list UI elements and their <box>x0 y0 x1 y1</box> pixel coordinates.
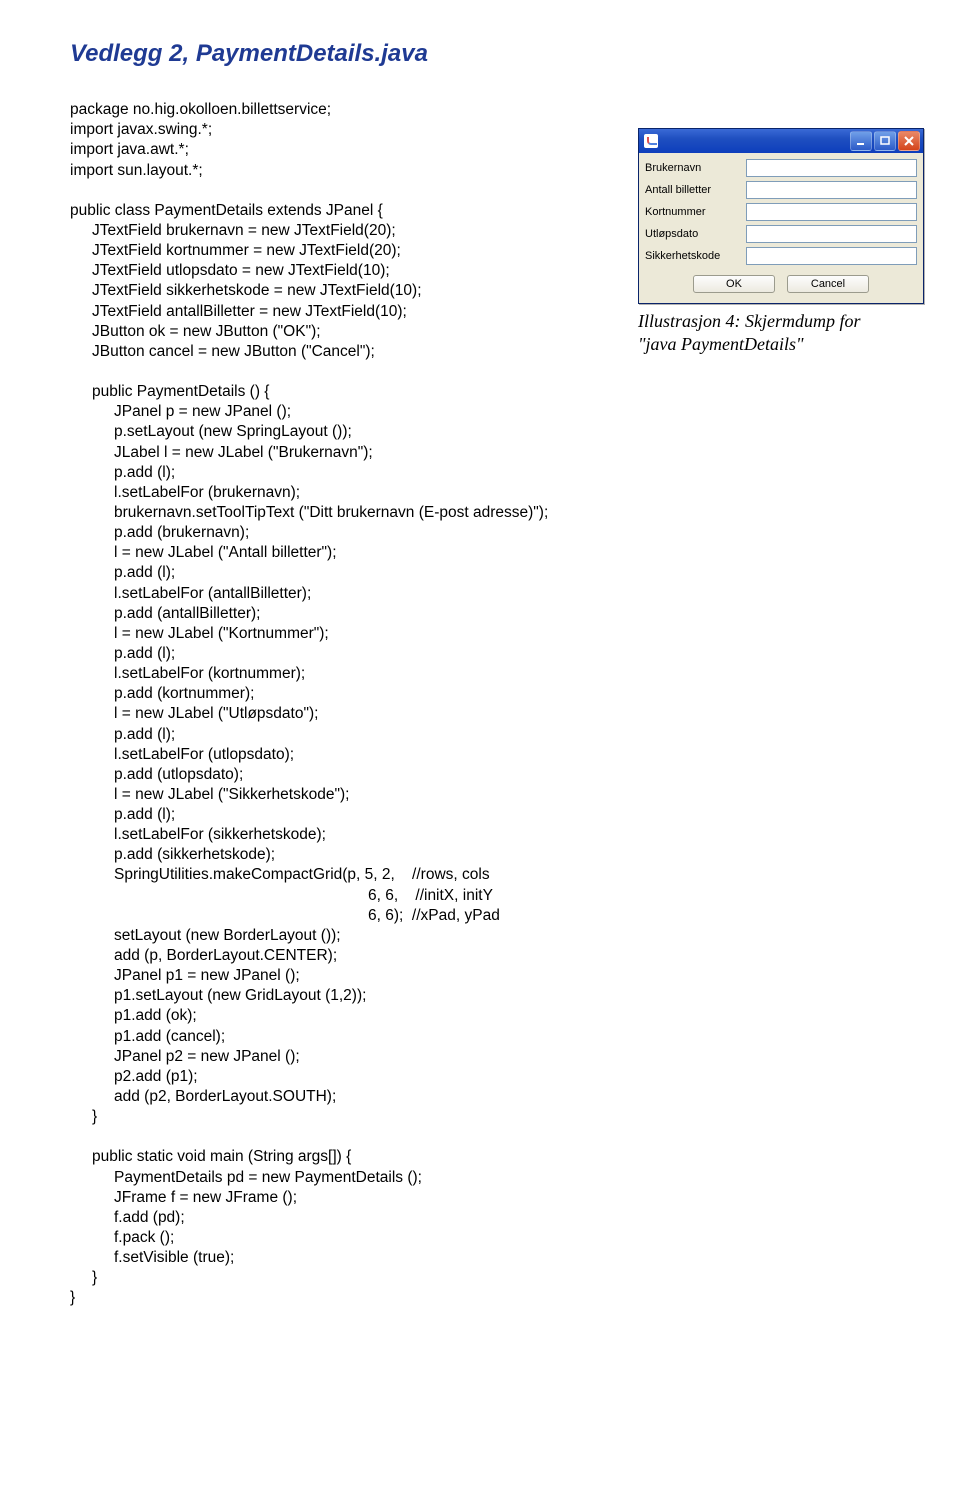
code-line: l.setLabelFor (brukernavn); <box>70 483 910 503</box>
close-button[interactable] <box>898 131 920 151</box>
java-window: Brukernavn Antall billetter Kortnummer U… <box>638 128 924 304</box>
code-line: } <box>70 1268 910 1288</box>
code-line: p.add (kortnummer); <box>70 684 910 704</box>
code-line: l.setLabelFor (sikkerhetskode); <box>70 825 910 845</box>
sikkerhetskode-label: Sikkerhetskode <box>645 250 740 262</box>
code-line: package no.hig.okolloen.billettservice; <box>70 101 331 118</box>
antall-billetter-input[interactable] <box>746 181 917 199</box>
figure-caption: Illustrasjon 4: Skjermdump for "java Pay… <box>638 310 924 355</box>
code-line: p1.add (cancel); <box>70 1027 910 1047</box>
code-line: p.add (l); <box>70 463 910 483</box>
code-line: public static void main (String args[]) … <box>70 1147 910 1167</box>
code-line: PaymentDetails pd = new PaymentDetails (… <box>70 1168 910 1188</box>
code-line: p.add (l); <box>70 805 910 825</box>
code-line: p.add (l); <box>70 563 910 583</box>
code-line: f.pack (); <box>70 1228 910 1248</box>
code-line: p1.setLayout (new GridLayout (1,2)); <box>70 986 910 1006</box>
code-line: JPanel p = new JPanel (); <box>70 402 910 422</box>
code-line: p.add (l); <box>70 725 910 745</box>
code-line: p.add (brukernavn); <box>70 523 910 543</box>
code-line: p.add (l); <box>70 644 910 664</box>
kortnummer-label: Kortnummer <box>645 206 740 218</box>
maximize-button[interactable] <box>874 131 896 151</box>
code-line: JPanel p2 = new JPanel (); <box>70 1047 910 1067</box>
code-line: p2.add (p1); <box>70 1067 910 1087</box>
sikkerhetskode-input[interactable] <box>746 247 917 265</box>
code-line: l = new JLabel ("Kortnummer"); <box>70 624 910 644</box>
code-line: } <box>70 1107 910 1127</box>
code-line: l = new JLabel ("Antall billetter"); <box>70 543 910 563</box>
code-line: JFrame f = new JFrame (); <box>70 1188 910 1208</box>
code-line: p.add (sikkerhetskode); <box>70 845 910 865</box>
code-line: add (p2, BorderLayout.SOUTH); <box>70 1087 910 1107</box>
code-line: import sun.layout.*; <box>70 162 203 179</box>
code-line: add (p, BorderLayout.CENTER); <box>70 946 910 966</box>
brukernavn-input[interactable] <box>746 159 917 177</box>
code-line: brukernavn.setToolTipText ("Ditt brukern… <box>70 503 910 523</box>
window-titlebar <box>639 129 923 153</box>
code-line: p.add (antallBilletter); <box>70 604 910 624</box>
code-line: p.add (utlopsdato); <box>70 765 910 785</box>
utlopsdato-input[interactable] <box>746 225 917 243</box>
code-line: l.setLabelFor (kortnummer); <box>70 664 910 684</box>
code-line: JPanel p1 = new JPanel (); <box>70 966 910 986</box>
cancel-button[interactable]: Cancel <box>787 275 869 293</box>
utlopsdato-label: Utløpsdato <box>645 228 740 240</box>
brukernavn-label: Brukernavn <box>645 162 740 174</box>
code-line: import javax.swing.*; <box>70 121 212 138</box>
caption-line-1: Illustrasjon 4: Skjermdump for <box>638 311 861 331</box>
code-line: p.setLayout (new SpringLayout ()); <box>70 422 910 442</box>
antall-billetter-label: Antall billetter <box>645 184 740 196</box>
code-line: public class PaymentDetails extends JPan… <box>70 202 383 219</box>
code-line: import java.awt.*; <box>70 141 189 158</box>
form-panel: Brukernavn Antall billetter Kortnummer U… <box>639 153 923 303</box>
code-line: l = new JLabel ("Sikkerhetskode"); <box>70 785 910 805</box>
page-title: Vedlegg 2, PaymentDetails.java <box>70 40 910 68</box>
code-line: setLayout (new BorderLayout ()); <box>70 926 910 946</box>
code-line: SpringUtilities.makeCompactGrid(p, 5, 2,… <box>70 865 910 885</box>
code-line: l = new JLabel ("Utløpsdato"); <box>70 704 910 724</box>
code-line: l.setLabelFor (utlopsdato); <box>70 745 910 765</box>
caption-line-2: "java PaymentDetails" <box>638 334 804 354</box>
code-line: f.setVisible (true); <box>70 1248 910 1268</box>
ok-button[interactable]: OK <box>693 275 775 293</box>
code-line: p1.add (ok); <box>70 1006 910 1026</box>
minimize-button[interactable] <box>850 131 872 151</box>
kortnummer-input[interactable] <box>746 203 917 221</box>
code-line: } <box>70 1289 75 1306</box>
code-line: JLabel l = new JLabel ("Brukernavn"); <box>70 443 910 463</box>
code-line: 6, 6, //initX, initY <box>70 886 910 906</box>
code-line: 6, 6); //xPad, yPad <box>70 906 910 926</box>
code-line: l.setLabelFor (antallBilletter); <box>70 584 910 604</box>
java-icon <box>644 134 658 148</box>
code-line: f.add (pd); <box>70 1208 910 1228</box>
code-line: public PaymentDetails () { <box>70 382 910 402</box>
